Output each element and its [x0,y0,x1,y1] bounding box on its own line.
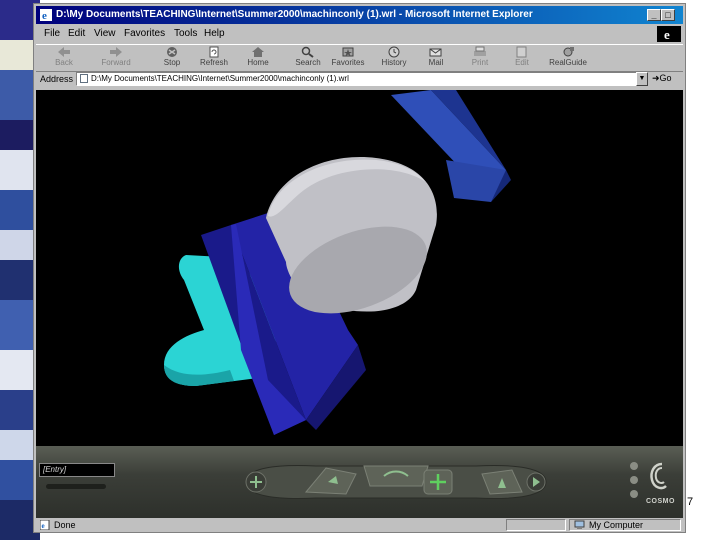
zone-text: My Computer [589,520,644,530]
realguide-icon [563,47,574,57]
menu-edit[interactable]: Edit [68,25,85,43]
my-computer-icon [574,520,585,529]
seek-button[interactable] [245,471,267,493]
search-button[interactable]: Search [286,45,330,71]
vrml-3d-viewport[interactable] [36,90,683,446]
print-icon [474,46,486,56]
cosmo-logo-icon [650,462,667,490]
favorites-icon [342,47,354,57]
pan-button[interactable] [423,469,453,495]
cosmo-brand-label: COSMO [646,498,675,505]
back-button[interactable]: Back [42,45,86,71]
mail-button[interactable]: Mail [414,45,458,71]
forward-arrow-icon [110,47,122,57]
stop-icon [167,47,177,57]
refresh-button[interactable]: Refresh [192,45,236,71]
internet-explorer-icon: e [40,9,52,22]
page-icon [80,74,88,83]
rotate-button[interactable] [363,465,429,487]
address-value: D:\My Documents\TEACHING\Internet\Summer… [91,74,349,83]
realguide-button[interactable]: RealGuide [542,45,594,71]
done-page-icon: e [40,520,50,530]
forward-button[interactable]: Forward [94,45,138,71]
viewpoint-display: [Entry] [39,463,115,477]
status-progress-cell [506,519,566,531]
svg-text:e: e [664,27,670,42]
play-button[interactable] [526,472,546,492]
menu-favorites[interactable]: Favorites [124,25,165,43]
address-input[interactable]: D:\My Documents\TEACHING\Internet\Summer… [76,72,644,86]
mail-icon [429,48,442,57]
slide-page-number: 7 [687,496,694,508]
home-icon [252,47,264,57]
favorites-button[interactable]: Favorites [326,45,370,71]
menu-help[interactable]: Help [204,25,225,43]
svg-text:e: e [42,10,47,22]
go-button[interactable]: ➜Go [652,73,672,84]
edit-icon [516,46,527,58]
back-arrow-icon [58,47,70,57]
menu-view[interactable]: View [94,25,116,43]
stop-button[interactable]: Stop [150,45,194,71]
history-icon [388,46,400,58]
cosmo-player-dashboard: [Entry] COSMO [36,446,683,518]
history-button[interactable]: History [372,45,416,71]
menu-tools[interactable]: Tools [174,25,197,43]
browser-window: e D:\My Documents\TEACHING\Internet\Summ… [33,3,686,533]
standard-toolbar: Back Forward Stop Refresh Home Search Fa… [36,44,683,72]
svg-text:e: e [42,522,45,530]
address-label: Address [40,74,74,84]
maximize-button[interactable]: □ [661,9,675,21]
menu-bar: File Edit View Favorites Tools Help [36,25,683,43]
viewpoint-slider[interactable] [46,484,106,489]
address-dropdown-button[interactable]: ▼ [636,72,648,86]
home-button[interactable]: Home [236,45,280,71]
search-icon [301,46,314,58]
ie-throbber-logo: e [657,26,681,42]
minimize-button[interactable]: _ [647,9,661,21]
refresh-icon [209,46,219,58]
title-bar: e D:\My Documents\TEACHING\Internet\Summ… [36,6,683,24]
status-bar: e Done My Computer [36,518,683,532]
machine-3d-scene [164,90,511,435]
menu-file[interactable]: File [44,25,60,43]
cosmo-side-buttons[interactable] [630,462,638,502]
status-text: Done [54,520,76,530]
window-title: D:\My Documents\TEACHING\Internet\Summer… [56,9,533,20]
address-bar: Address D:\My Documents\TEACHING\Interne… [36,71,683,88]
print-button[interactable]: Print [458,45,502,71]
edit-button[interactable]: Edit [500,45,544,71]
navigation-controls [245,465,547,499]
go-arrow-icon: ➜ [652,73,660,83]
